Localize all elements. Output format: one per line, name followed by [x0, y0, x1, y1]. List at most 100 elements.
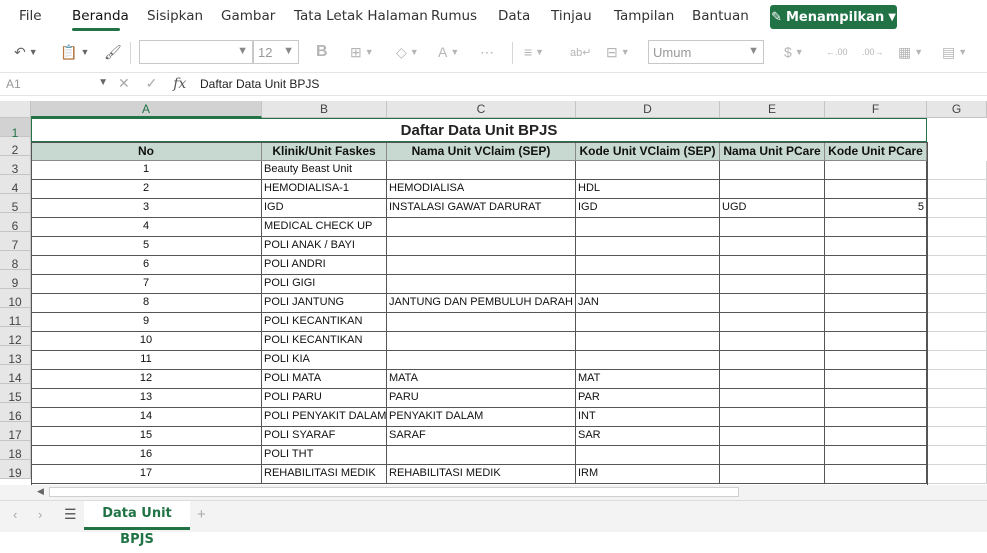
table-cell[interactable]: 9 [31, 313, 262, 332]
horizontal-scrollbar[interactable]: ◀ [0, 485, 987, 500]
table-cell[interactable] [576, 161, 720, 180]
table-cell[interactable]: UGD [720, 199, 825, 218]
menu-rumus[interactable]: Rumus [431, 8, 477, 24]
table-cell[interactable] [387, 161, 576, 180]
conditional-format-icon[interactable]: ▦ ▼ [898, 42, 923, 62]
table-header-cell[interactable]: Kode Unit PCare [825, 142, 927, 161]
table-cell[interactable]: 17 [31, 465, 262, 484]
table-cell[interactable]: Beauty Beast Unit [262, 161, 387, 180]
show-ribbon-button[interactable]: ✎ Menampilkan ▼ [770, 5, 897, 29]
table-header-cell[interactable]: Nama Unit PCare [720, 142, 825, 161]
table-cell[interactable]: HDL [576, 180, 720, 199]
table-cell[interactable]: POLI KECANTIKAN [262, 313, 387, 332]
table-cell[interactable] [720, 180, 825, 199]
scroll-thumb[interactable] [49, 487, 739, 497]
table-cell[interactable] [927, 218, 987, 237]
table-cell[interactable]: INT [576, 408, 720, 427]
table-cell[interactable] [927, 313, 987, 332]
fill-color-icon[interactable]: ◇ ▼ [396, 42, 419, 62]
table-cell[interactable]: REHABILITASI MEDIK [387, 465, 576, 484]
col-header-e[interactable]: E [720, 101, 825, 118]
table-cell[interactable] [720, 446, 825, 465]
table-header-cell[interactable]: No [31, 142, 262, 161]
row-header-5[interactable]: 5 [0, 194, 31, 214]
table-cell[interactable]: POLI PARU [262, 389, 387, 408]
table-cell[interactable]: PAR [576, 389, 720, 408]
table-cell[interactable]: 8 [31, 294, 262, 313]
table-cell[interactable] [927, 161, 987, 180]
table-cell[interactable] [576, 256, 720, 275]
table-cell[interactable] [825, 351, 927, 370]
table-cell[interactable] [825, 370, 927, 389]
table-cell[interactable] [720, 427, 825, 446]
name-box[interactable]: A1 ▼ [0, 73, 112, 95]
more-icon[interactable]: ⋯ [480, 42, 494, 62]
menu-tata-letak[interactable]: Tata Letak Halaman [294, 8, 428, 24]
cancel-icon[interactable]: ✕ [118, 75, 130, 91]
table-cell[interactable]: 16 [31, 446, 262, 465]
align-icon[interactable]: ≡ ▼ [524, 42, 544, 62]
row-header-18[interactable]: 18 [0, 441, 31, 461]
table-cell[interactable]: IGD [262, 199, 387, 218]
table-cell[interactable]: SARAF [387, 427, 576, 446]
table-cell[interactable] [387, 218, 576, 237]
table-cell[interactable]: JAN [576, 294, 720, 313]
table-cell[interactable] [927, 275, 987, 294]
table-cell[interactable] [825, 408, 927, 427]
menu-beranda[interactable]: Beranda [72, 8, 129, 24]
table-cell[interactable] [720, 351, 825, 370]
row-header-7[interactable]: 7 [0, 232, 31, 252]
undo-icon[interactable]: ↶ ▼ [14, 42, 38, 62]
table-cell[interactable]: 5 [31, 237, 262, 256]
table-cell[interactable]: 5 [825, 199, 927, 218]
table-cell[interactable]: MEDICAL CHECK UP [262, 218, 387, 237]
row-header-16[interactable]: 16 [0, 403, 31, 423]
add-sheet-icon[interactable]: + [197, 506, 206, 523]
table-cell[interactable] [927, 180, 987, 199]
wrap-text-icon[interactable]: ab↵ [570, 42, 591, 62]
table-cell[interactable] [387, 237, 576, 256]
col-header-d[interactable]: D [576, 101, 720, 118]
number-format-select[interactable]: Umum ▼ [648, 40, 764, 64]
col-header-f[interactable]: F [825, 101, 927, 118]
font-color-icon[interactable]: A ▼ [438, 42, 459, 62]
table-header-cell[interactable]: Klinik/Unit Faskes [262, 142, 387, 161]
table-cell[interactable] [927, 256, 987, 275]
table-cell[interactable]: MAT [576, 370, 720, 389]
table-cell[interactable] [825, 275, 927, 294]
row-header-15[interactable]: 15 [0, 384, 31, 404]
all-sheets-icon[interactable]: ☰ [64, 506, 77, 523]
table-cell[interactable] [927, 199, 987, 218]
menu-bantuan[interactable]: Bantuan [692, 8, 749, 24]
table-cell[interactable] [720, 237, 825, 256]
table-cell[interactable]: POLI PENYAKIT DALAM [262, 408, 387, 427]
row-header-14[interactable]: 14 [0, 365, 31, 385]
confirm-icon[interactable]: ✓ [146, 75, 158, 91]
table-cell[interactable] [825, 427, 927, 446]
col-header-c[interactable]: C [387, 101, 576, 118]
table-cell[interactable] [720, 256, 825, 275]
table-cell[interactable] [825, 389, 927, 408]
table-cell[interactable] [825, 180, 927, 199]
table-cell[interactable]: JANTUNG DAN PEMBULUH DARAH [387, 294, 576, 313]
table-cell[interactable] [720, 275, 825, 294]
row-header-11[interactable]: 11 [0, 308, 31, 328]
table-cell[interactable] [825, 237, 927, 256]
table-cell[interactable]: 12 [31, 370, 262, 389]
table-cell[interactable] [576, 351, 720, 370]
table-cell[interactable]: PARU [387, 389, 576, 408]
table-cell[interactable] [387, 275, 576, 294]
menu-data[interactable]: Data [498, 8, 530, 24]
table-cell[interactable]: 15 [31, 427, 262, 446]
table-cell[interactable] [825, 256, 927, 275]
sheet-tab-data-unit-bpjs[interactable]: Data Unit BPJS [84, 501, 190, 547]
menu-file[interactable]: File [19, 8, 42, 24]
row-header-9[interactable]: 9 [0, 270, 31, 290]
table-cell[interactable] [927, 465, 987, 484]
table-cell[interactable] [927, 294, 987, 313]
table-cell[interactable] [825, 465, 927, 484]
col-header-b[interactable]: B [262, 101, 387, 118]
font-size-select[interactable]: 12 ▼ [253, 40, 299, 64]
row-header-17[interactable]: 17 [0, 422, 31, 442]
menu-gambar[interactable]: Gambar [221, 8, 275, 24]
